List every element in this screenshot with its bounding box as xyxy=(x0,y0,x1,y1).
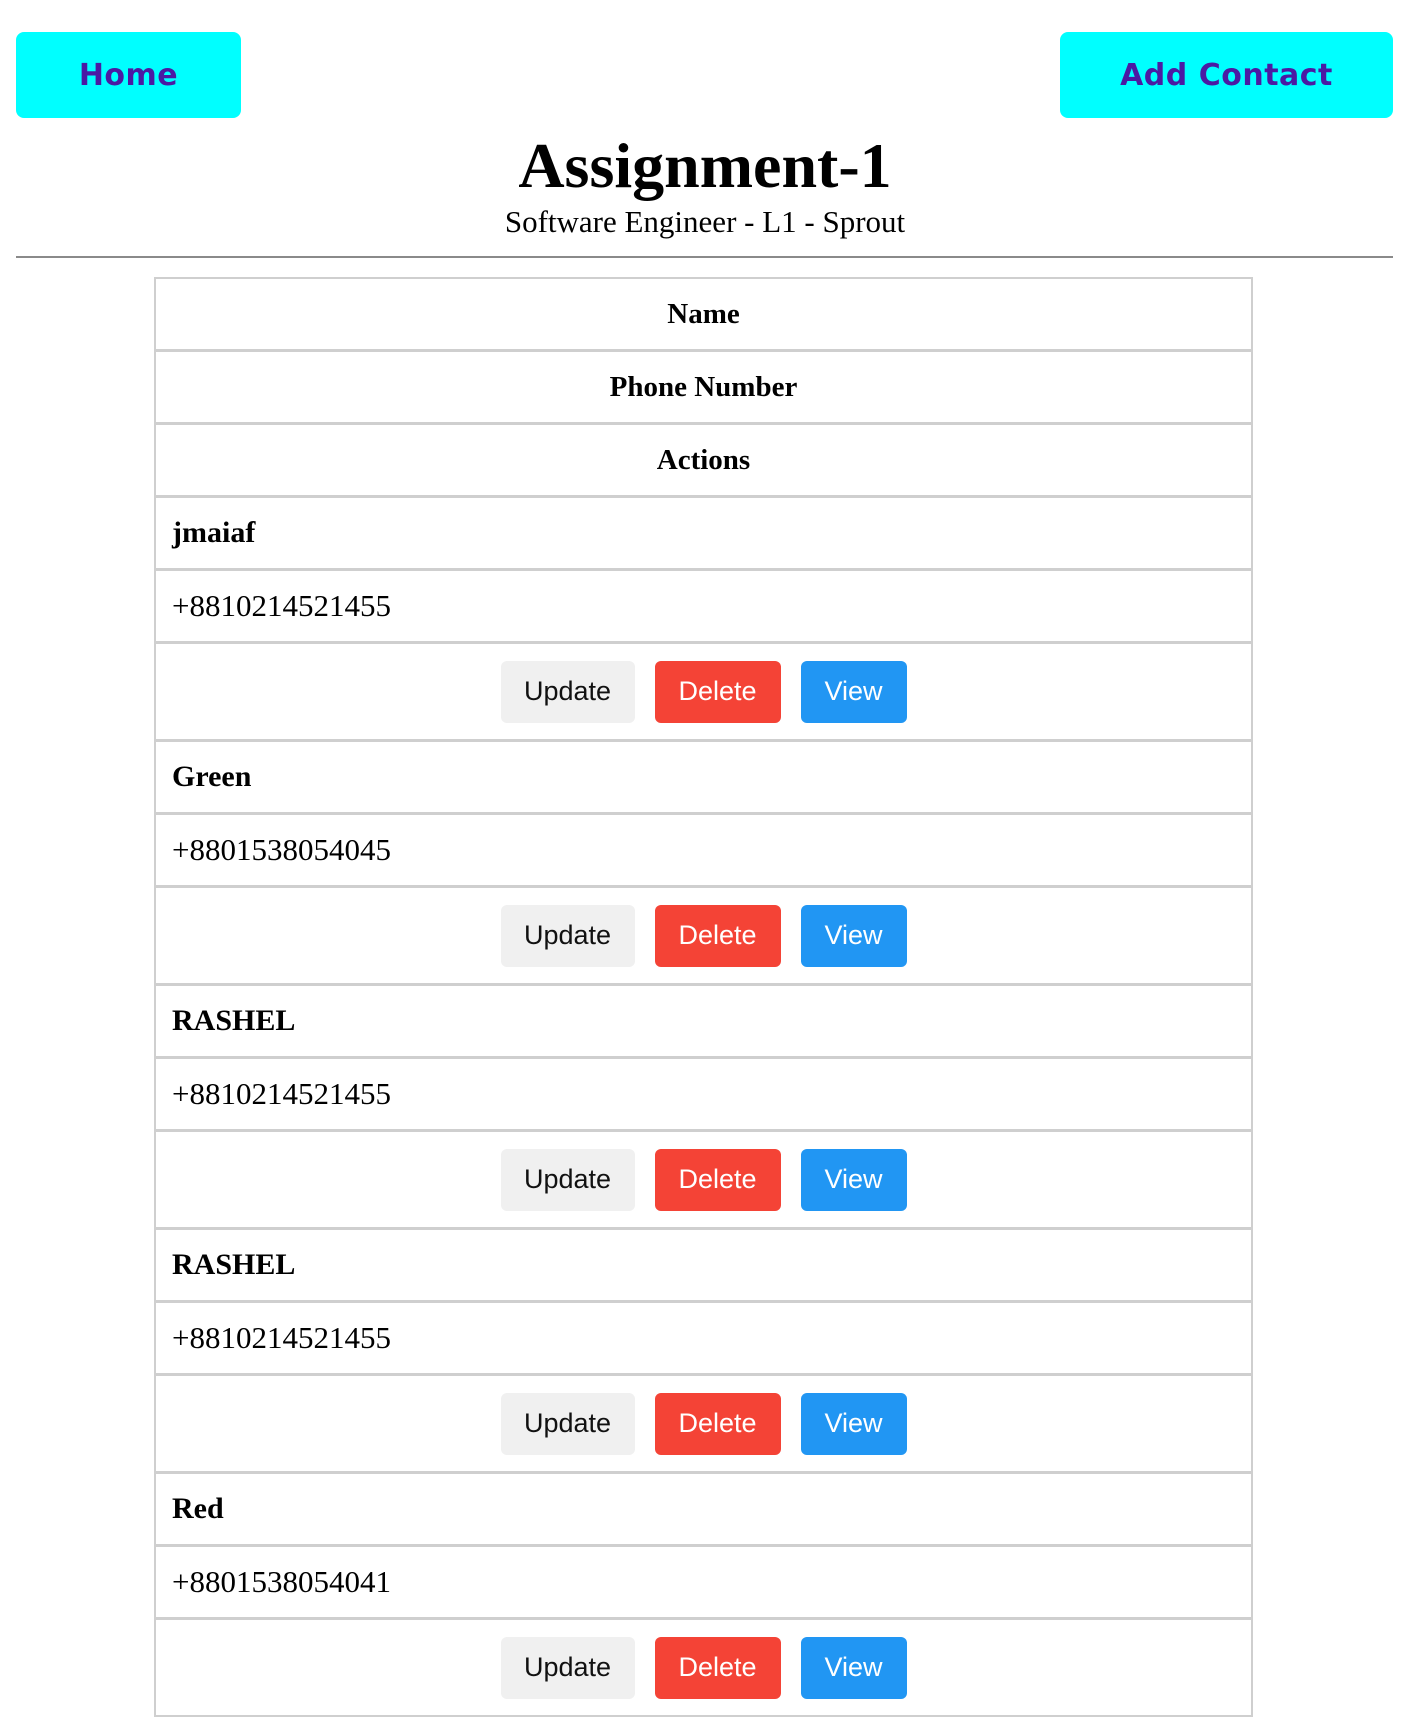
update-button[interactable]: Update xyxy=(500,1636,635,1699)
delete-button[interactable]: Delete xyxy=(654,1148,781,1211)
delete-button[interactable]: Delete xyxy=(654,904,781,967)
contact-phone: +8801538054045 xyxy=(156,815,1251,888)
column-header-phone: Phone Number xyxy=(156,352,1251,425)
page-title: Assignment-1 xyxy=(518,130,892,201)
header-divider xyxy=(16,256,1393,258)
view-button[interactable]: View xyxy=(800,1636,907,1699)
delete-button[interactable]: Delete xyxy=(654,660,781,723)
update-button[interactable]: Update xyxy=(500,660,635,723)
contact-actions: Update Delete View xyxy=(156,644,1251,742)
contact-actions: Update Delete View xyxy=(156,888,1251,986)
contact-actions: Update Delete View xyxy=(156,1620,1251,1715)
view-button[interactable]: View xyxy=(800,660,907,723)
contact-phone: +8810214521455 xyxy=(156,571,1251,644)
update-button[interactable]: Update xyxy=(500,904,635,967)
contact-name: jmaiaf xyxy=(156,498,1251,571)
contact-phone: +8801538054041 xyxy=(156,1547,1251,1620)
contact-phone: +8810214521455 xyxy=(156,1059,1251,1132)
contact-name: RASHEL xyxy=(156,986,1251,1059)
page-subtitle: Software Engineer - L1 - Sprout xyxy=(504,204,906,239)
update-button[interactable]: Update xyxy=(500,1392,635,1455)
contact-name: Red xyxy=(156,1474,1251,1547)
contact-name: RASHEL xyxy=(156,1230,1251,1303)
delete-button[interactable]: Delete xyxy=(654,1636,781,1699)
view-button[interactable]: View xyxy=(800,904,907,967)
contact-actions: Update Delete View xyxy=(156,1132,1251,1230)
delete-button[interactable]: Delete xyxy=(654,1392,781,1455)
column-header-name: Name xyxy=(156,279,1251,352)
column-header-actions: Actions xyxy=(156,425,1251,498)
contact-name: Green xyxy=(156,742,1251,815)
view-button[interactable]: View xyxy=(800,1392,907,1455)
contact-phone: +8810214521455 xyxy=(156,1303,1251,1376)
add-contact-button[interactable]: Add Contact xyxy=(1060,32,1393,118)
contact-actions: Update Delete View xyxy=(156,1376,1251,1474)
contacts-table: Name Phone Number Actions jmaiaf +881021… xyxy=(154,277,1253,1717)
view-button[interactable]: View xyxy=(800,1148,907,1211)
update-button[interactable]: Update xyxy=(500,1148,635,1211)
page-header: Assignment-1 Software Engineer - L1 - Sp… xyxy=(0,128,1406,240)
home-button[interactable]: Home xyxy=(16,32,241,118)
